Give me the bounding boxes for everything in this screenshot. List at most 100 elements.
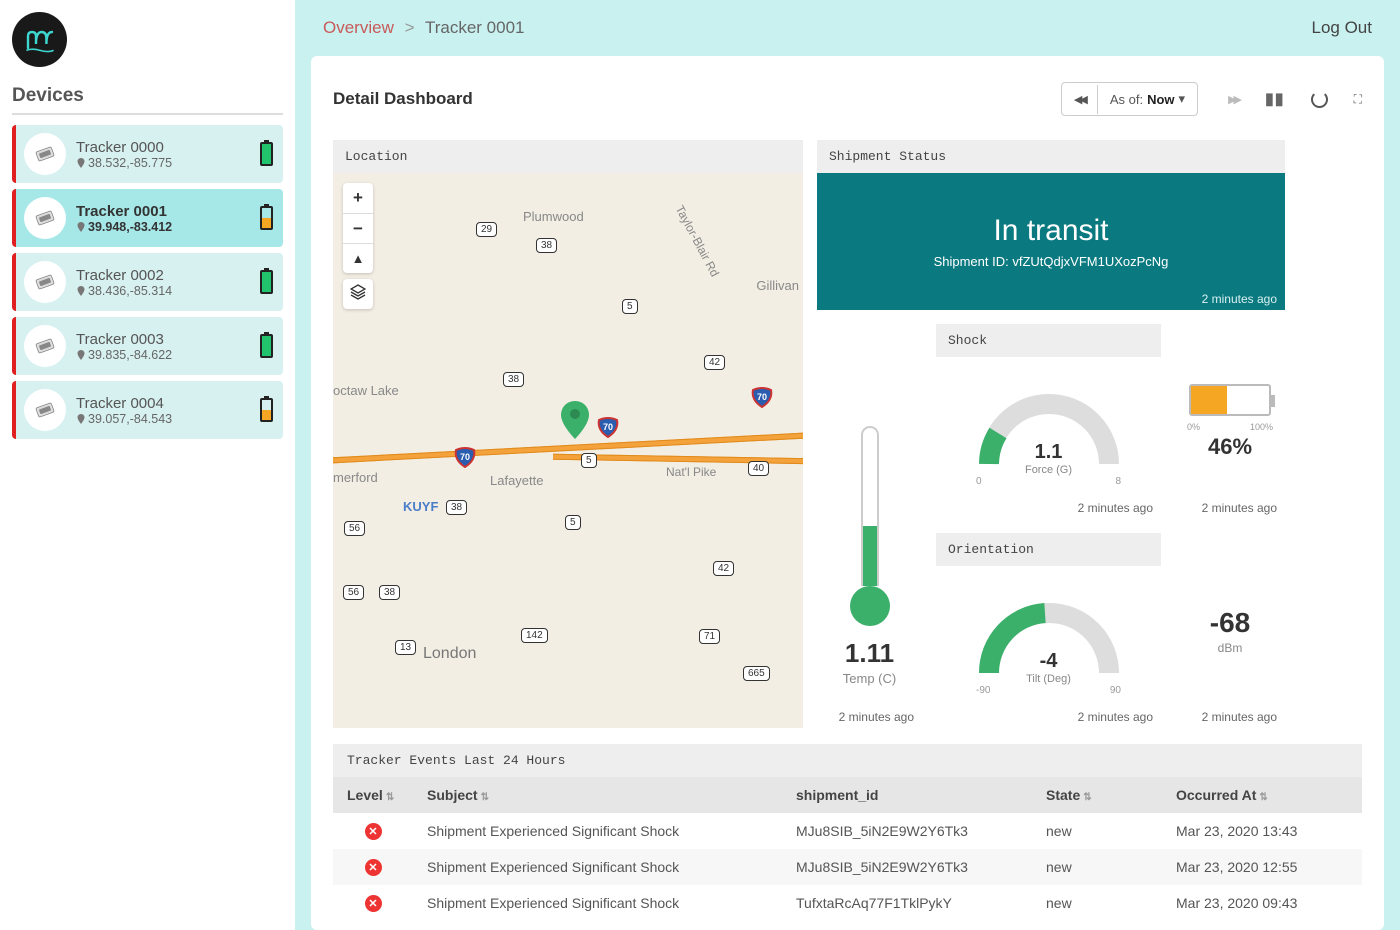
map-road-label: Taylor-Blair Rd	[673, 203, 722, 279]
map-road-label: Nat'l Pike	[666, 465, 716, 479]
refresh-spinner-icon[interactable]	[1311, 91, 1328, 108]
devices-heading: Devices	[12, 85, 283, 107]
temp-body: 1.11 Temp (C) 2 minutes ago	[817, 324, 922, 728]
layers-icon	[350, 284, 366, 300]
signal-unit: dBm	[1218, 641, 1243, 655]
error-icon: ✕	[365, 859, 382, 876]
status-header: Shipment Status	[817, 140, 1285, 173]
device-location: 38.436,-85.314	[76, 284, 260, 298]
interstate-shield-icon: 70	[597, 416, 619, 438]
map-north-button[interactable]: ▲	[343, 243, 373, 273]
sort-icon: ⇅	[1083, 792, 1091, 803]
route-shield: 142	[521, 628, 548, 643]
col-occurred[interactable]: Occurred At⇅	[1162, 777, 1362, 813]
tracker-icon	[24, 389, 66, 431]
orientation-card: Orientation -4 Tilt (Deg) -90 90 2 minut…	[936, 533, 1161, 728]
pin-icon	[76, 222, 86, 232]
route-shield: 56	[343, 585, 364, 600]
events-header: Tracker Events Last 24 Hours	[333, 744, 1362, 777]
pin-icon	[76, 414, 86, 424]
map-town-label: Gillivan	[756, 278, 799, 293]
extra-controls: ▶▶ ▮▮ ⛶	[1228, 89, 1362, 109]
table-row[interactable]: ✕ Shipment Experienced Significant Shock…	[333, 885, 1362, 921]
status-card: Shipment Status In transit Shipment ID: …	[817, 140, 1285, 310]
device-list: Tracker 0000 38.532,-85.775 Tracker 0001…	[12, 125, 283, 439]
col-shipment[interactable]: shipment_id	[782, 777, 1032, 813]
map-label-airport: KUYF	[403, 499, 438, 514]
shock-card: Shock 1.1 Force (G) 0 8 2 minutes ago	[936, 324, 1161, 519]
dashboard: Detail Dashboard ◀◀ As of: Now ▾ ▶▶ ▮▮ ⛶	[311, 56, 1384, 930]
svg-text:70: 70	[603, 422, 613, 432]
battery-icon	[260, 334, 273, 358]
battery-pct: 46%	[1208, 434, 1252, 460]
topbar: Overview > Tracker 0001 Log Out	[295, 0, 1400, 56]
route-shield: 38	[379, 585, 400, 600]
logout-link[interactable]: Log Out	[1312, 18, 1373, 38]
map-town-label: Lafayette	[490, 473, 544, 488]
map-layers-button[interactable]	[343, 279, 373, 309]
battery-max: 100%	[1250, 422, 1273, 432]
status-timestamp: 2 minutes ago	[1202, 292, 1277, 306]
route-shield: 42	[704, 355, 725, 370]
route-shield: 13	[395, 640, 416, 655]
orientation-header: Orientation	[936, 533, 1161, 566]
device-name: Tracker 0002	[76, 267, 260, 284]
svg-text:70: 70	[460, 452, 470, 462]
orientation-timestamp: 2 minutes ago	[1078, 710, 1153, 724]
time-next-button[interactable]: ▶▶	[1228, 93, 1239, 106]
app-logo	[12, 12, 67, 67]
sidebar-device-item[interactable]: Tracker 0002 38.436,-85.314	[12, 253, 283, 311]
device-location: 39.057,-84.543	[76, 412, 260, 426]
interstate-shield-icon: 70	[454, 446, 476, 468]
breadcrumb-overview-link[interactable]: Overview	[323, 18, 394, 37]
table-header-row: Level⇅ Subject⇅ shipment_id State⇅ Occur…	[333, 777, 1362, 813]
sidebar-device-item[interactable]: Tracker 0001 39.948,-83.412	[12, 189, 283, 247]
map-zoom-out-button[interactable]: −	[343, 213, 373, 243]
battery-icon	[260, 142, 273, 166]
interstate-shield-icon: 70	[751, 386, 773, 408]
fullscreen-icon[interactable]: ⛶	[1354, 92, 1362, 107]
status-body: In transit Shipment ID: vfZUtQdjxVFM1UXo…	[817, 173, 1285, 310]
events-table: Level⇅ Subject⇅ shipment_id State⇅ Occur…	[333, 777, 1362, 921]
map-controls: + − ▲	[343, 183, 373, 309]
map-zoom-in-button[interactable]: +	[343, 183, 373, 213]
battery-icon	[260, 270, 273, 294]
sidebar: Devices Tracker 0000 38.532,-85.775 Trac…	[0, 0, 295, 930]
time-prev-button[interactable]: ◀◀	[1062, 85, 1098, 114]
asof-label: As of:	[1110, 92, 1143, 107]
table-row[interactable]: ✕ Shipment Experienced Significant Shock…	[333, 813, 1362, 849]
signal-timestamp: 2 minutes ago	[1202, 710, 1277, 724]
route-shield: 5	[622, 299, 638, 314]
table-row[interactable]: ✕ Shipment Experienced Significant Shock…	[333, 849, 1362, 885]
dashboard-header: Detail Dashboard ◀◀ As of: Now ▾ ▶▶ ▮▮ ⛶	[333, 82, 1362, 116]
tracker-icon	[24, 325, 66, 367]
event-state: new	[1032, 813, 1162, 849]
event-occurred: Mar 23, 2020 09:43	[1162, 885, 1362, 921]
orientation-min: -90	[976, 685, 990, 696]
signal-card: -68 dBm 2 minutes ago	[1175, 533, 1285, 728]
asof-value: Now	[1147, 92, 1174, 107]
event-state: new	[1032, 849, 1162, 885]
sidebar-device-item[interactable]: Tracker 0000 38.532,-85.775	[12, 125, 283, 183]
pause-icon[interactable]: ▮▮	[1265, 89, 1285, 109]
signal-body: -68 dBm 2 minutes ago	[1175, 533, 1285, 728]
battery-card: 0% 100% 46% 2 minutes ago	[1175, 324, 1285, 519]
event-subject: Shipment Experienced Significant Shock	[413, 885, 782, 921]
route-shield: 56	[344, 521, 365, 536]
event-state: new	[1032, 885, 1162, 921]
status-sub-label: Shipment ID:	[934, 254, 1009, 269]
event-shipment-id: MJu8SIB_5iN2E9W2Y6Tk3	[782, 813, 1032, 849]
sidebar-device-item[interactable]: Tracker 0004 39.057,-84.543	[12, 381, 283, 439]
map[interactable]: Plumwood Gillivan Lafayette London octaw…	[333, 173, 803, 728]
time-asof-button[interactable]: As of: Now ▾	[1098, 83, 1197, 115]
map-town-label: octaw Lake	[333, 383, 399, 398]
col-state[interactable]: State⇅	[1032, 777, 1162, 813]
route-shield: 29	[476, 222, 497, 237]
col-subject[interactable]: Subject⇅	[413, 777, 782, 813]
col-level[interactable]: Level⇅	[333, 777, 413, 813]
route-shield: 40	[748, 461, 769, 476]
map-town-label: London	[423, 645, 476, 663]
svg-text:70: 70	[757, 392, 767, 402]
sidebar-device-item[interactable]: Tracker 0003 39.835,-84.622	[12, 317, 283, 375]
device-location: 38.532,-85.775	[76, 156, 260, 170]
